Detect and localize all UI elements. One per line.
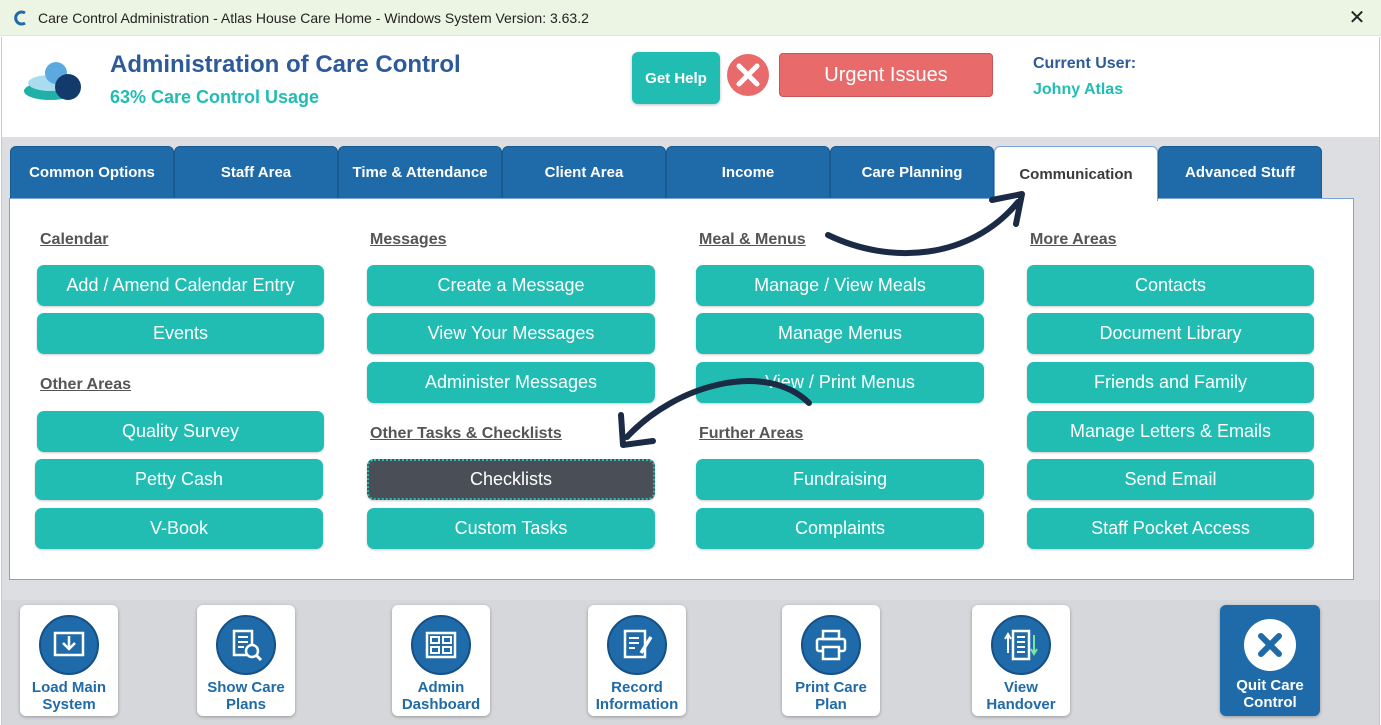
- quit-care-control-label: Quit Care Control: [1236, 677, 1304, 711]
- annotation-arrow-to-tab: [825, 191, 1025, 257]
- manage-view-meals-button[interactable]: Manage / View Meals: [696, 265, 984, 306]
- view-your-messages-button[interactable]: View Your Messages: [367, 313, 655, 354]
- tab-advanced-stuff[interactable]: Advanced Stuff: [1158, 146, 1322, 199]
- tab-staff-area[interactable]: Staff Area: [174, 146, 338, 199]
- error-x-icon[interactable]: [726, 53, 770, 97]
- manage-letters-emails-button[interactable]: Manage Letters & Emails: [1027, 411, 1314, 452]
- admin-dashboard-button[interactable]: Admin Dashboard: [392, 605, 490, 716]
- record-information-button[interactable]: Record Information: [588, 605, 686, 716]
- printer-icon: [801, 615, 861, 675]
- current-user-name[interactable]: Johny Atlas: [1033, 81, 1123, 99]
- petty-cash-button[interactable]: Petty Cash: [35, 459, 323, 500]
- handover-list-icon: [991, 615, 1051, 675]
- fundraising-button[interactable]: Fundraising: [696, 459, 984, 500]
- quality-survey-button[interactable]: Quality Survey: [37, 411, 324, 452]
- usage-text: 63% Care Control Usage: [110, 87, 320, 107]
- record-information-label: Record Information: [595, 679, 679, 713]
- show-care-plans-label: Show Care Plans: [207, 679, 285, 713]
- document-search-icon: [216, 615, 276, 675]
- view-handover-label: View Handover: [986, 679, 1056, 713]
- close-icon[interactable]: ✕: [1345, 6, 1369, 30]
- download-box-icon: [39, 615, 99, 675]
- quit-care-control-button[interactable]: Quit Care Control: [1220, 605, 1320, 716]
- load-main-system-label: Load Main System: [31, 679, 107, 713]
- friends-and-family-button[interactable]: Friends and Family: [1027, 362, 1314, 403]
- window-title: Care Control Administration - Atlas Hous…: [38, 10, 589, 26]
- tab-income[interactable]: Income: [666, 146, 830, 199]
- manage-menus-button[interactable]: Manage Menus: [696, 313, 984, 354]
- urgent-issues-button[interactable]: Urgent Issues: [779, 53, 993, 97]
- add-amend-calendar-entry-button[interactable]: Add / Amend Calendar Entry: [37, 265, 324, 306]
- show-care-plans-button[interactable]: Show Care Plans: [197, 605, 295, 716]
- custom-tasks-button[interactable]: Custom Tasks: [367, 508, 655, 549]
- annotation-arrow-to-checklists: [618, 378, 812, 448]
- other-areas-heading: Other Areas: [40, 376, 131, 393]
- close-circle-icon: [1244, 619, 1296, 671]
- complaints-button[interactable]: Complaints: [696, 508, 984, 549]
- view-handover-button[interactable]: View Handover: [972, 605, 1070, 716]
- print-care-plan-button[interactable]: Print Care Plan: [782, 605, 880, 716]
- document-library-button[interactable]: Document Library: [1027, 313, 1314, 354]
- tab-client-area[interactable]: Client Area: [502, 146, 666, 199]
- app-icon: [14, 10, 26, 26]
- title-bar: Care Control Administration - Atlas Hous…: [0, 0, 1381, 36]
- checklists-button[interactable]: Checklists: [367, 459, 655, 500]
- print-care-plan-label: Print Care Plan: [795, 679, 867, 713]
- load-main-system-button[interactable]: Load Main System: [20, 605, 118, 716]
- messages-heading: Messages: [370, 231, 447, 248]
- current-user-label: Current User:: [1033, 55, 1137, 72]
- meal-menus-heading: Meal & Menus: [699, 231, 806, 248]
- staff-pocket-access-button[interactable]: Staff Pocket Access: [1027, 508, 1314, 549]
- v-book-button[interactable]: V-Book: [35, 508, 323, 549]
- more-areas-heading: More Areas: [1030, 231, 1117, 248]
- care-control-logo: [24, 62, 81, 100]
- admin-dashboard-label: Admin Dashboard: [401, 679, 481, 713]
- page-title: Administration of Care Control: [110, 51, 461, 78]
- tab-common-options[interactable]: Common Options: [10, 146, 174, 199]
- get-help-button[interactable]: Get Help: [632, 52, 720, 104]
- document-edit-icon: [607, 615, 667, 675]
- dashboard-grid-icon: [411, 615, 471, 675]
- create-a-message-button[interactable]: Create a Message: [367, 265, 655, 306]
- tab-time-attendance[interactable]: Time & Attendance: [338, 146, 502, 199]
- other-tasks-heading: Other Tasks & Checklists: [370, 425, 562, 442]
- events-button[interactable]: Events: [37, 313, 324, 354]
- calendar-heading: Calendar: [40, 231, 109, 248]
- contacts-button[interactable]: Contacts: [1027, 265, 1314, 306]
- send-email-button[interactable]: Send Email: [1027, 459, 1314, 500]
